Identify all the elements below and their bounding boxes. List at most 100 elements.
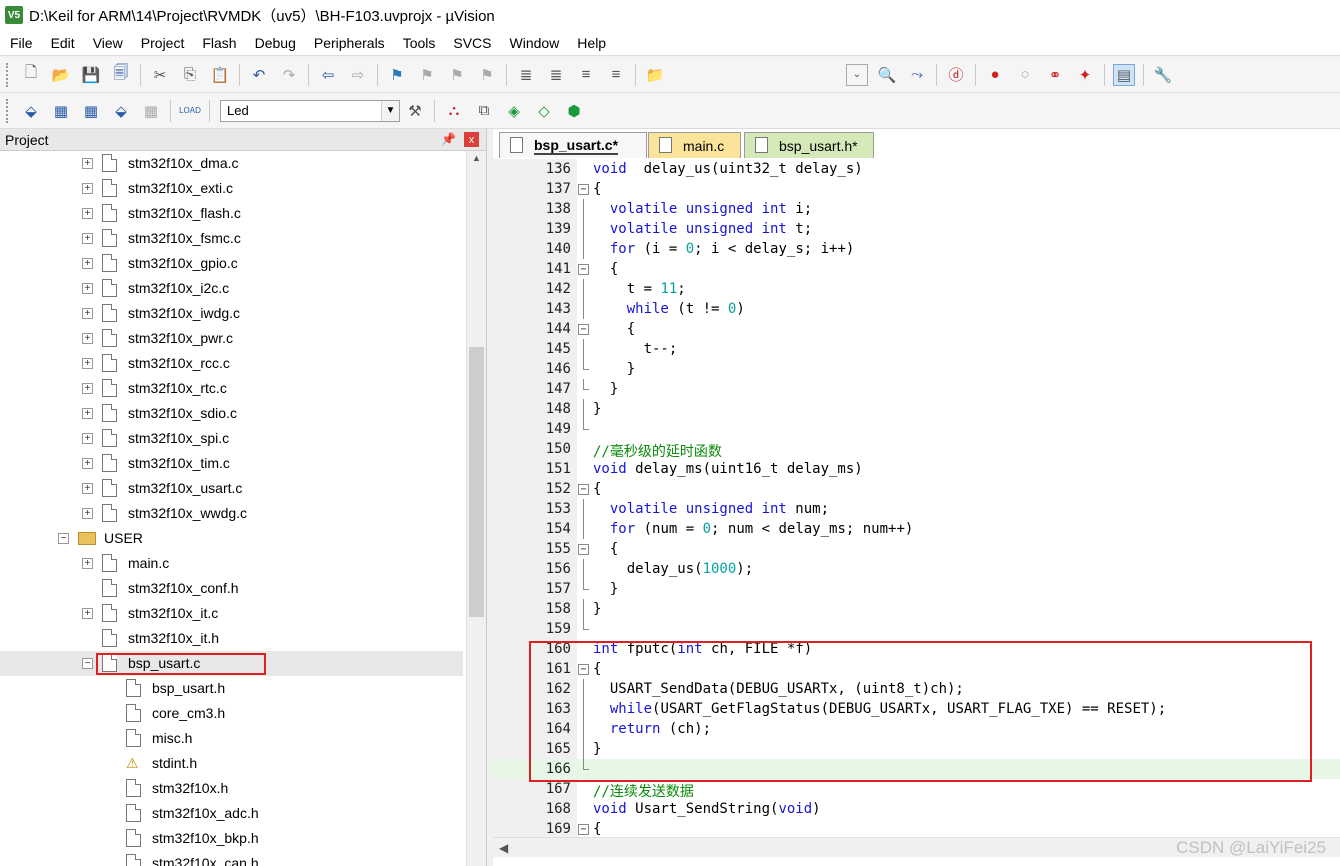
expand-icon[interactable]: + — [82, 333, 93, 344]
expand-icon[interactable]: + — [82, 283, 93, 294]
tree-item[interactable]: + stm32f10x_tim.c — [0, 451, 463, 476]
find-dropdown-icon[interactable]: ⌄ — [846, 63, 868, 86]
code-line[interactable]: 145 t--; — [493, 339, 1340, 359]
code-line[interactable]: 144− { — [493, 319, 1340, 339]
code-line[interactable]: 152−{ — [493, 479, 1340, 499]
menu-tools[interactable]: Tools — [393, 35, 444, 51]
code-line[interactable]: 157 } — [493, 579, 1340, 599]
incremental-find-icon[interactable]: ⤳ — [906, 64, 928, 86]
editor-tab[interactable]: main.c — [648, 132, 741, 158]
scroll-left-icon[interactable]: ◀ — [499, 841, 508, 855]
tree-item[interactable]: − USER — [0, 526, 463, 551]
code-line[interactable]: 155− { — [493, 539, 1340, 559]
tree-item[interactable]: stm32f10x_adc.h — [0, 801, 463, 826]
menu-view[interactable]: View — [83, 35, 131, 51]
menu-flash[interactable]: Flash — [192, 35, 244, 51]
configure-icon[interactable]: 🔧 — [1152, 64, 1174, 86]
menu-debug[interactable]: Debug — [245, 35, 304, 51]
tree-item[interactable]: + stm32f10x_i2c.c — [0, 276, 463, 301]
translate-icon[interactable]: ⬙ — [20, 100, 42, 122]
download-icon[interactable]: LOAD — [179, 100, 201, 122]
project-scrollbar[interactable]: ▲ — [466, 151, 486, 866]
code-line[interactable]: 140 for (i = 0; i < delay_s; i++) — [493, 239, 1340, 259]
expand-icon[interactable]: + — [82, 608, 93, 619]
navigate-back-icon[interactable]: ⇦ — [317, 64, 339, 86]
tree-item[interactable]: + stm32f10x_pwr.c — [0, 326, 463, 351]
fold-toggle-icon[interactable]: − — [578, 264, 589, 275]
expand-icon[interactable]: + — [82, 308, 93, 319]
expand-icon[interactable]: + — [82, 408, 93, 419]
code-line[interactable]: 156 delay_us(1000); — [493, 559, 1340, 579]
cut-icon[interactable]: ✂ — [149, 64, 171, 86]
fold-toggle-icon[interactable]: − — [578, 824, 589, 835]
editor-tab[interactable]: bsp_usart.h* — [744, 132, 874, 158]
code-line[interactable]: 143 while (t != 0) — [493, 299, 1340, 319]
tree-item[interactable]: + stm32f10x_spi.c — [0, 426, 463, 451]
code-line[interactable]: 169−{ — [493, 819, 1340, 837]
tree-item[interactable]: stm32f10x_it.h — [0, 626, 463, 651]
menu-window[interactable]: Window — [500, 35, 568, 51]
prev-bookmark-icon[interactable]: ⚑ — [416, 64, 438, 86]
code-line[interactable]: 168 void Usart_SendString(void) — [493, 799, 1340, 819]
tree-item[interactable]: + stm32f10x_fsmc.c — [0, 226, 463, 251]
next-bookmark-icon[interactable]: ⚑ — [446, 64, 468, 86]
code-line[interactable]: 150 //毫秒级的延时函数 — [493, 439, 1340, 460]
code-line[interactable]: 153 volatile unsigned int num; — [493, 499, 1340, 519]
code-line[interactable]: 167 //连续发送数据 — [493, 779, 1340, 800]
fold-toggle-icon[interactable]: − — [578, 324, 589, 335]
tree-item[interactable]: + main.c — [0, 551, 463, 576]
expand-icon[interactable]: + — [82, 258, 93, 269]
fold-toggle-icon[interactable]: − — [578, 184, 589, 195]
tree-item[interactable]: stm32f10x_bkp.h — [0, 826, 463, 851]
manage-project-icon[interactable]: ⛬ — [443, 100, 465, 122]
tree-item[interactable]: core_cm3.h — [0, 701, 463, 726]
tree-item[interactable]: stm32f10x_can.h — [0, 851, 463, 866]
save-all-icon[interactable]: 🗐 — [110, 64, 132, 86]
expand-icon[interactable]: + — [82, 158, 93, 169]
disable-breakpoints-icon[interactable]: ⚭ — [1044, 64, 1066, 86]
expand-icon[interactable]: + — [82, 483, 93, 494]
code-line[interactable]: 159 — [493, 619, 1340, 639]
tree-item[interactable]: + stm32f10x_rtc.c — [0, 376, 463, 401]
code-line[interactable]: 139 volatile unsigned int t; — [493, 219, 1340, 239]
close-icon[interactable]: x — [464, 132, 479, 147]
tree-item[interactable]: + stm32f10x_usart.c — [0, 476, 463, 501]
expand-icon[interactable]: + — [82, 433, 93, 444]
tree-item[interactable]: stm32f10x_conf.h — [0, 576, 463, 601]
code-line[interactable]: 149 — [493, 419, 1340, 439]
enable-breakpoint-icon[interactable]: ○ — [1014, 64, 1036, 86]
tree-item[interactable]: + stm32f10x_it.c — [0, 601, 463, 626]
insert-breakpoint-icon[interactable]: ● — [984, 64, 1006, 86]
fold-toggle-icon[interactable]: − — [578, 544, 589, 555]
debug-session-icon[interactable]: ⓓ — [945, 64, 967, 86]
tree-item[interactable]: + stm32f10x_rcc.c — [0, 351, 463, 376]
chevron-down-icon[interactable]: ▼ — [381, 100, 399, 121]
expand-icon[interactable]: + — [82, 508, 93, 519]
software-packs-icon[interactable]: ⬢ — [563, 100, 585, 122]
collapse-icon[interactable]: − — [58, 533, 69, 544]
expand-icon[interactable]: + — [82, 458, 93, 469]
expand-icon[interactable]: + — [82, 208, 93, 219]
code-line[interactable]: 138 volatile unsigned int i; — [493, 199, 1340, 219]
scroll-thumb[interactable] — [469, 347, 484, 617]
tree-item[interactable]: + stm32f10x_exti.c — [0, 176, 463, 201]
kill-breakpoints-icon[interactable]: ✦ — [1074, 64, 1096, 86]
find-in-files-icon[interactable]: 📁 — [644, 64, 666, 86]
code-line[interactable]: 151 void delay_ms(uint16_t delay_ms) — [493, 459, 1340, 479]
redo-icon[interactable]: ↷ — [278, 64, 300, 86]
undo-icon[interactable]: ↶ — [248, 64, 270, 86]
build-icon[interactable]: ▦ — [50, 100, 72, 122]
tree-item[interactable]: ⚠ stdint.h — [0, 751, 463, 776]
open-file-icon[interactable]: 📂 — [50, 64, 72, 86]
menu-svcs[interactable]: SVCS — [443, 35, 499, 51]
expand-icon[interactable]: + — [82, 183, 93, 194]
uncomment-icon[interactable]: ≡ — [605, 64, 627, 86]
code-line[interactable]: 137−{ — [493, 179, 1340, 199]
target-select[interactable]: Led ▼ — [220, 99, 400, 122]
tree-item[interactable]: + stm32f10x_dma.c — [0, 151, 463, 176]
rebuild-icon[interactable]: ▦ — [80, 100, 102, 122]
collapse-icon[interactable]: − — [82, 658, 93, 669]
select-packs-icon[interactable]: ⧉ — [473, 100, 495, 122]
paste-icon[interactable]: 📋 — [209, 64, 231, 86]
toolbar-grip[interactable] — [6, 62, 10, 87]
